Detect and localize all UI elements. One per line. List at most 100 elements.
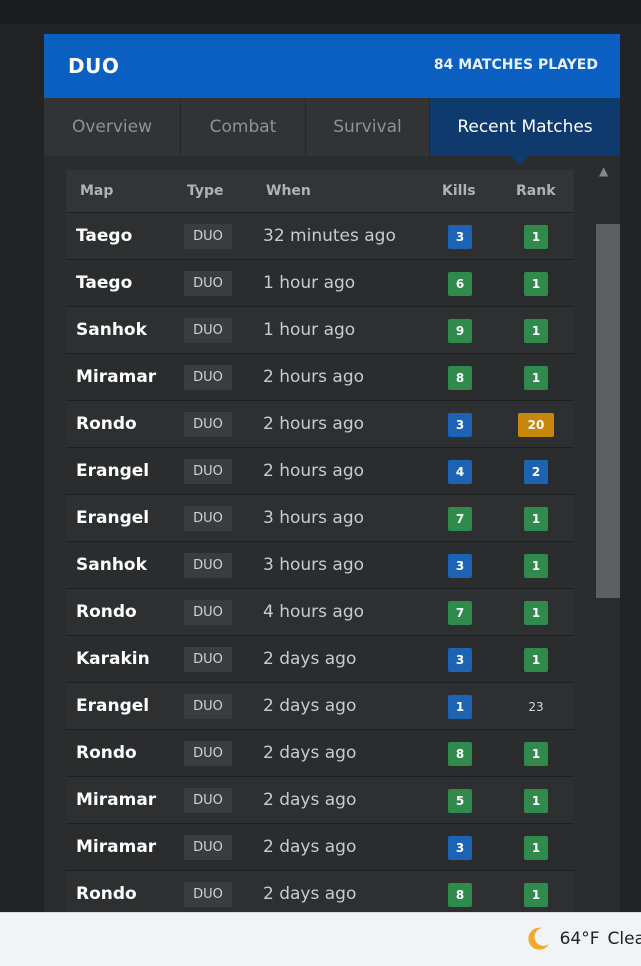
map-name: Erangel [76, 508, 150, 528]
map-name: Rondo [76, 602, 137, 622]
map-name: Rondo [76, 743, 137, 763]
kills-badge: 3 [448, 836, 472, 860]
table-row[interactable]: Sanhok DUO 3 hours ago 3 1 [66, 541, 574, 588]
rank-badge: 1 [524, 742, 548, 766]
table-header: Map Type When Kills Rank [66, 170, 574, 212]
table-row[interactable]: Erangel DUO 2 hours ago 4 2 [66, 447, 574, 494]
match-time: 3 hours ago [263, 555, 365, 575]
map-name: Miramar [76, 837, 157, 857]
game-mode-title: DUO [68, 54, 120, 78]
match-time: 4 hours ago [263, 602, 365, 622]
table-body: Taego DUO 32 minutes ago 3 1 Taego DUO 1 hour a… [66, 212, 574, 917]
map-name: Sanhok [76, 555, 147, 575]
table-row[interactable]: Rondo DUO 4 hours ago 7 1 [66, 588, 574, 635]
rank-badge: 1 [524, 601, 548, 625]
table-row[interactable]: Miramar DUO 2 hours ago 8 1 [66, 353, 574, 400]
match-time: 2 days ago [263, 884, 357, 904]
rank-badge: 20 [518, 413, 554, 437]
rank-badge: 1 [524, 789, 548, 813]
scrollbar-thumb[interactable] [596, 224, 620, 598]
map-name: Taego [76, 273, 133, 293]
map-name: Erangel [76, 461, 150, 481]
table-row[interactable]: Taego DUO 1 hour ago 6 1 [66, 259, 574, 306]
table-row[interactable]: Erangel DUO 2 days ago 1 23 [66, 682, 574, 729]
match-type-tag: DUO [184, 835, 232, 860]
column-header-map[interactable]: Map [80, 183, 113, 199]
kills-badge: 8 [448, 742, 472, 766]
rank-badge: 23 [528, 700, 544, 714]
match-time: 2 days ago [263, 696, 357, 716]
scrollbar[interactable]: ▲ [594, 158, 620, 912]
scroll-up-arrow-icon[interactable]: ▲ [599, 164, 608, 178]
rank-badge: 1 [524, 225, 548, 249]
tab-recent-matches[interactable]: Recent Matches [430, 98, 620, 156]
table-row[interactable]: Miramar DUO 2 days ago 3 1 [66, 823, 574, 870]
map-name: Miramar [76, 367, 157, 387]
match-type-tag: DUO [184, 647, 232, 672]
table-row[interactable]: Karakin DUO 2 days ago 3 1 [66, 635, 574, 682]
rank-badge: 1 [524, 507, 548, 531]
stats-panel: DUO 84 MATCHES PLAYED Overview Combat Su… [44, 34, 620, 917]
window-top-strip [0, 0, 641, 24]
match-time: 2 hours ago [263, 367, 365, 387]
map-name: Taego [76, 226, 133, 246]
weather-temperature: 64°F [559, 929, 600, 949]
tab-overview[interactable]: Overview [44, 98, 181, 156]
match-type-tag: DUO [184, 271, 232, 296]
match-time: 1 hour ago [263, 320, 356, 340]
rank-badge: 1 [524, 319, 548, 343]
map-name: Rondo [76, 414, 137, 434]
kills-badge: 7 [448, 507, 472, 531]
kills-badge: 4 [448, 460, 472, 484]
table-row[interactable]: Rondo DUO 2 days ago 8 1 [66, 729, 574, 776]
column-header-type[interactable]: Type [187, 183, 224, 199]
table-row[interactable]: Rondo DUO 2 hours ago 3 20 [66, 400, 574, 447]
recent-matches-table: Map Type When Kills Rank Taego DUO 32 minu… [66, 170, 574, 917]
match-time: 1 hour ago [263, 273, 356, 293]
rank-badge: 1 [524, 272, 548, 296]
kills-badge: 9 [448, 319, 472, 343]
rank-badge: 1 [524, 883, 548, 907]
rank-badge: 2 [524, 460, 548, 484]
weather-condition: Clea [607, 929, 641, 949]
rank-badge: 1 [524, 554, 548, 578]
match-type-tag: DUO [184, 553, 232, 578]
match-time: 3 hours ago [263, 508, 365, 528]
tab-survival[interactable]: Survival [306, 98, 430, 156]
match-type-tag: DUO [184, 459, 232, 484]
map-name: Erangel [76, 696, 150, 716]
kills-badge: 3 [448, 648, 472, 672]
match-type-tag: DUO [184, 741, 232, 766]
moon-icon [527, 927, 549, 950]
active-tab-indicator [511, 156, 529, 165]
match-time: 2 days ago [263, 649, 357, 669]
tab-combat[interactable]: Combat [181, 98, 306, 156]
match-time: 2 days ago [263, 837, 357, 857]
kills-badge: 3 [448, 225, 472, 249]
map-name: Rondo [76, 884, 137, 904]
table-row[interactable]: Miramar DUO 2 days ago 5 1 [66, 776, 574, 823]
column-header-when[interactable]: When [266, 183, 311, 199]
kills-badge: 3 [448, 413, 472, 437]
match-time: 2 hours ago [263, 461, 365, 481]
table-row[interactable]: Sanhok DUO 1 hour ago 9 1 [66, 306, 574, 353]
map-name: Miramar [76, 790, 157, 810]
weather-widget[interactable]: 64°F Clea [524, 925, 641, 953]
match-time: 2 days ago [263, 743, 357, 763]
kills-badge: 5 [448, 789, 472, 813]
match-type-tag: DUO [184, 788, 232, 813]
match-type-tag: DUO [184, 882, 232, 907]
table-row[interactable]: Rondo DUO 2 days ago 8 1 [66, 870, 574, 917]
column-header-rank[interactable]: Rank [516, 183, 556, 199]
map-name: Karakin [76, 649, 150, 669]
kills-badge: 7 [448, 601, 472, 625]
column-header-kills[interactable]: Kills [442, 183, 476, 199]
taskbar: 64°F Clea [0, 912, 641, 966]
table-row[interactable]: Taego DUO 32 minutes ago 3 1 [66, 212, 574, 259]
kills-badge: 1 [448, 695, 472, 719]
rank-badge: 1 [524, 366, 548, 390]
map-name: Sanhok [76, 320, 147, 340]
table-row[interactable]: Erangel DUO 3 hours ago 7 1 [66, 494, 574, 541]
match-time: 2 days ago [263, 790, 357, 810]
kills-badge: 8 [448, 883, 472, 907]
